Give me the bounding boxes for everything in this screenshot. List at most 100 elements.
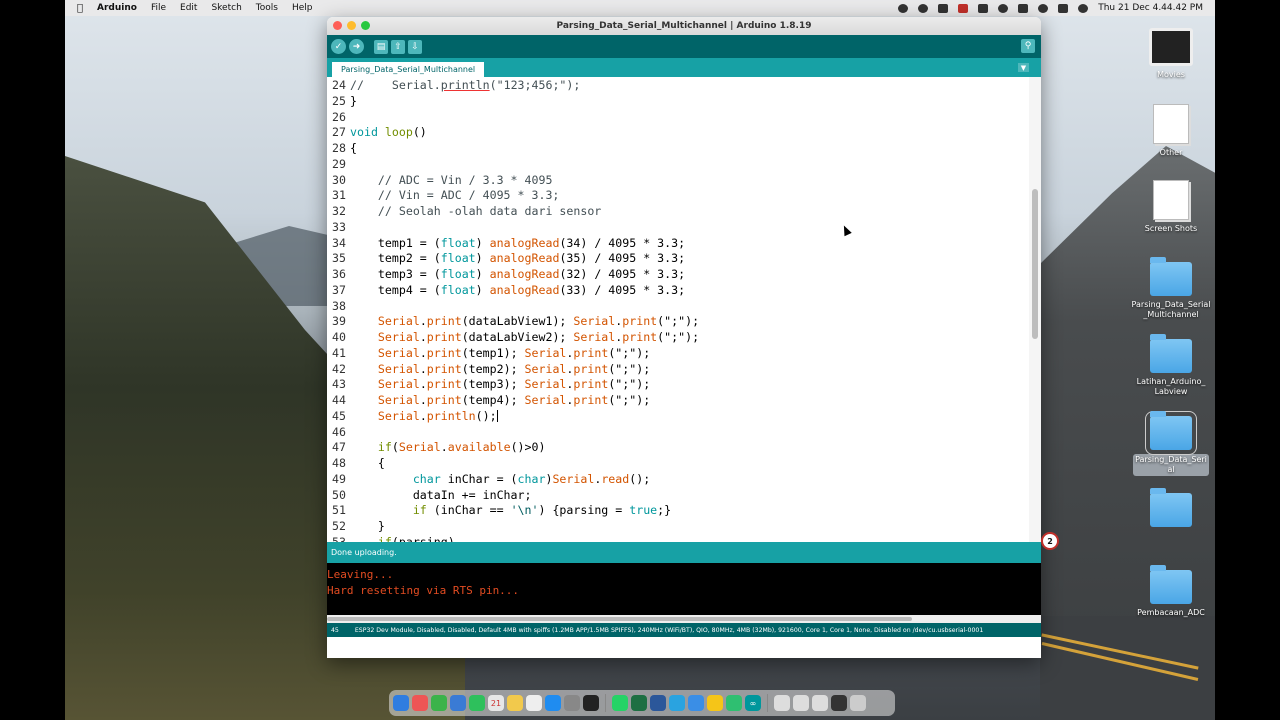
finder-icon[interactable] <box>393 695 409 711</box>
bluetooth-icon[interactable] <box>938 3 949 13</box>
tab-menu-button[interactable]: ▼ <box>1018 63 1029 72</box>
safari-icon[interactable] <box>688 695 704 711</box>
recorder-icon[interactable] <box>958 3 969 13</box>
document-icon[interactable] <box>774 695 790 711</box>
desktop-icon-folder[interactable] <box>1127 488 1215 531</box>
window-titlebar[interactable]: Parsing_Data_Serial_Multichannel | Ardui… <box>327 17 1041 35</box>
menu-file[interactable]: File <box>151 3 166 13</box>
zoom-window-button[interactable] <box>361 21 370 30</box>
console-scroll-thumb[interactable] <box>327 617 912 621</box>
battery-icon[interactable] <box>1018 3 1029 13</box>
headphones-icon[interactable] <box>918 3 929 13</box>
excel-icon[interactable] <box>631 695 647 711</box>
apple-icon[interactable]:  <box>77 3 83 14</box>
code-line[interactable]: 47 if(Serial.available()>0) <box>327 439 545 455</box>
editor-scrollbar[interactable] <box>1029 77 1041 542</box>
code-line[interactable]: 30 // ADC = Vin / 3.3 * 4095 <box>327 172 552 188</box>
menu-tools[interactable]: Tools <box>256 3 278 13</box>
whatsapp-icon[interactable] <box>612 695 628 711</box>
facetime-icon[interactable] <box>469 695 485 711</box>
desktop-icon-folder[interactable]: Latihan_Arduino_Labview <box>1127 334 1215 397</box>
code-line[interactable]: 51 if (inChar == '\n') {parsing = true;} <box>327 502 671 518</box>
desktop-icon-screen-shots[interactable]: Screen Shots <box>1127 180 1215 234</box>
reminders-icon[interactable] <box>526 695 542 711</box>
desktop-icon-movies[interactable]: Movies <box>1127 28 1215 80</box>
serial-monitor-button[interactable]: ⚲ <box>1021 39 1035 53</box>
code-line[interactable]: 46 <box>327 424 350 440</box>
code-line[interactable]: 31 // Vin = ADC / 4095 * 3.3; <box>327 187 559 203</box>
code-line[interactable]: 33 <box>327 219 350 235</box>
line-number: 28 <box>332 141 346 155</box>
code-line[interactable]: 48 { <box>327 455 385 471</box>
code-line[interactable]: 29 <box>327 156 350 172</box>
terminal-icon[interactable] <box>583 695 599 711</box>
code-line[interactable]: 45 Serial.println(); <box>327 408 498 424</box>
code-line[interactable]: 26 <box>327 109 350 125</box>
code-line[interactable]: 25} <box>327 93 357 109</box>
console-output[interactable]: Leaving... Hard resetting via RTS pin... <box>327 563 1041 615</box>
notification-badge[interactable]: 2 <box>1041 532 1059 550</box>
siri-icon[interactable] <box>1078 3 1089 13</box>
trash-icon[interactable] <box>850 695 866 711</box>
open-sketch-button[interactable]: ⇧ <box>391 39 405 54</box>
desktop-icon-folder[interactable]: Parsing_Data_Serial_Multichannel <box>1127 257 1215 320</box>
code-line[interactable]: 28 { <box>327 140 357 156</box>
menu-app-name[interactable]: Arduino <box>97 3 137 13</box>
desktop-icon-folder-selected[interactable]: Parsing_Data_Serial <box>1127 411 1215 476</box>
verify-button[interactable]: ✓ <box>331 39 346 54</box>
document-icon[interactable] <box>812 695 828 711</box>
notes-icon[interactable] <box>507 695 523 711</box>
app-status-icon[interactable] <box>978 3 989 13</box>
code-line[interactable]: 27 void loop() <box>327 124 427 140</box>
control-center-icon[interactable] <box>1058 3 1069 13</box>
arduino-icon[interactable]: ∞ <box>745 695 761 711</box>
code-line[interactable]: 35 temp2 = (float) analogRead(35) / 4095… <box>327 250 685 266</box>
word-icon[interactable] <box>650 695 666 711</box>
code-line[interactable]: 36 temp3 = (float) analogRead(32) / 4095… <box>327 266 685 282</box>
code-line[interactable]: 43 Serial.print(temp3); Serial.print(";"… <box>327 376 650 392</box>
code-line[interactable]: 53 if(parsing) <box>327 534 455 542</box>
menu-edit[interactable]: Edit <box>180 3 197 13</box>
close-window-button[interactable] <box>333 21 342 30</box>
code-line[interactable]: 37 temp4 = (float) analogRead(33) / 4095… <box>327 282 685 298</box>
desktop-icon-other[interactable]: Other <box>1127 104 1215 158</box>
code-line[interactable]: 41 Serial.print(temp1); Serial.print(";"… <box>327 345 650 361</box>
calendar-icon[interactable]: 21 <box>488 695 504 711</box>
code-editor[interactable]: 24// Serial.println("123;456;"); 25} 26 27 v… <box>327 77 1041 542</box>
messages-icon[interactable] <box>431 695 447 711</box>
code-line[interactable]: 50 dataIn += inChar; <box>327 487 531 503</box>
code-line[interactable]: 49 char inChar = (char)Serial.read(); <box>327 471 650 487</box>
code-line[interactable]: 40 Serial.print(dataLabView2); Serial.pr… <box>327 329 699 345</box>
upload-button[interactable]: ➜ <box>349 39 364 54</box>
code-line[interactable]: 24 // Serial.println("123;456;"); <box>327 77 580 93</box>
code-line[interactable]: 34 temp1 = (float) analogRead(34) / 4095… <box>327 235 685 251</box>
code-line[interactable]: 38 <box>327 298 350 314</box>
menu-clock[interactable]: Thu 21 Dec 4.44.42 PM <box>1098 3 1203 13</box>
wifi-icon[interactable] <box>1038 3 1049 13</box>
console-scrollbar[interactable] <box>327 615 1041 623</box>
new-sketch-button[interactable]: ▤ <box>374 39 388 54</box>
editor-scroll-thumb[interactable] <box>1032 189 1038 339</box>
desktop-icon-folder[interactable]: Pembacaan_ADC <box>1127 565 1215 618</box>
grammarly-icon[interactable] <box>998 3 1009 13</box>
camtasia-icon[interactable] <box>726 695 742 711</box>
code-line[interactable]: 42 Serial.print(temp2); Serial.print(";"… <box>327 361 650 377</box>
system-settings-icon[interactable] <box>564 695 580 711</box>
minimize-window-button[interactable] <box>347 21 356 30</box>
menu-help[interactable]: Help <box>292 3 313 13</box>
code-line[interactable]: 52 } <box>327 518 385 534</box>
code-line[interactable]: 39 Serial.print(dataLabView1); Serial.pr… <box>327 313 699 329</box>
app-store-icon[interactable] <box>545 695 561 711</box>
document-icon[interactable] <box>793 695 809 711</box>
launchpad-icon[interactable] <box>412 695 428 711</box>
code-line[interactable]: 44 Serial.print(temp4); Serial.print(";"… <box>327 392 650 408</box>
plex-icon[interactable] <box>707 695 723 711</box>
mail-icon[interactable] <box>450 695 466 711</box>
save-sketch-button[interactable]: ⇩ <box>408 39 422 54</box>
screen-icon[interactable] <box>831 695 847 711</box>
tab-sketch[interactable]: Parsing_Data_Serial_Multichannel <box>332 62 485 77</box>
code-line[interactable]: 32 // Seolah -olah data dari sensor <box>327 203 601 219</box>
telegram-icon[interactable] <box>669 695 685 711</box>
gear-status-icon[interactable] <box>898 3 909 13</box>
menu-sketch[interactable]: Sketch <box>211 3 241 13</box>
